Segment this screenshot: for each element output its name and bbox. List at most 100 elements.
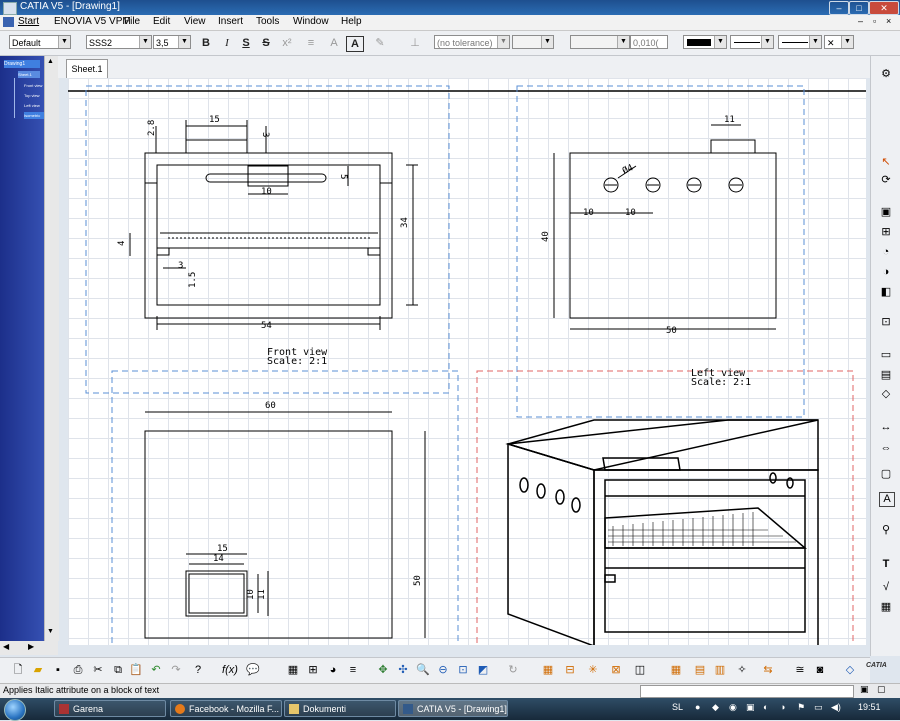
text-box-icon[interactable]: ▢ [879,468,893,481]
drawing-canvas[interactable]: 15 2.8 3 5 10 34 4 3 1.5 54 Front view S… [68,78,866,645]
text-frame-icon[interactable]: A [326,36,342,50]
select-icon[interactable]: ↖ [879,156,893,169]
script-icon[interactable]: ≡ [345,663,361,678]
tree-item-isometric-view[interactable]: Isometric view [24,112,44,119]
task-dokumenti[interactable]: Dokumenti [284,700,396,717]
analysis-display-icon[interactable]: ▥ [712,663,728,678]
tree-hscrollbar[interactable]: ◀ ▶ [0,641,58,655]
task-firefox[interactable]: Facebook - Mozilla F... [170,700,282,717]
fit-all-icon[interactable]: ✥ [375,663,391,678]
tray-icon-5[interactable]: ◐ [763,702,768,712]
cross-table-icon[interactable]: ⊞ [305,663,321,678]
catalog-icon[interactable]: ◕ [325,663,341,678]
analysis-icon[interactable]: ▤ [692,663,708,678]
tree-item-drawing[interactable]: Drawing1 [4,60,40,68]
normal-view-icon[interactable]: ◩ [475,663,491,678]
paste-icon[interactable]: 📋 [128,663,144,678]
line-type-select[interactable]: ▼ [778,35,822,49]
doc-minimize-button[interactable]: – [858,16,863,26]
numerical-format-select[interactable]: ▼ [570,35,630,49]
underline-button[interactable]: S [238,36,254,50]
windows-start-button[interactable] [4,699,26,721]
align-icon[interactable]: ≡ [303,36,319,50]
tab-sheet-1[interactable]: Sheet.1 [66,59,108,78]
start-menu[interactable]: Start [0,15,46,30]
tree-item-top-view[interactable]: Top view [24,92,44,99]
frame-text-icon[interactable]: A [346,36,364,52]
front-view-icon[interactable]: ▣ [879,206,893,219]
annotation-icon[interactable]: ⇔ [879,442,893,455]
tolerance-value-select[interactable]: ▼ [512,35,554,49]
symbol-icon[interactable]: ✎ [372,36,388,50]
dimensions-icon[interactable]: ↔ [879,421,893,434]
precision-select[interactable]: 0,010( [630,35,668,49]
zoom-in-icon[interactable]: 🔍 [415,663,431,678]
whats-this-icon[interactable]: ? [190,663,206,678]
grid-display-icon[interactable]: ▦ [668,663,684,678]
symbol-icon-right[interactable]: ⚲ [879,524,893,537]
font-size-select[interactable]: 3,5 ▼ [153,35,191,49]
menu-view[interactable]: View [184,16,206,27]
text-icon[interactable]: A [879,492,895,507]
line-thickness-select[interactable]: ▼ [730,35,774,49]
style-select[interactable]: Default ▼ [9,35,71,49]
filter-icon[interactable]: ◫ [632,663,648,678]
bold-button[interactable]: B [198,36,214,50]
command-input[interactable] [640,685,854,698]
status-icon-2[interactable]: ▢ [877,684,886,695]
menu-tools[interactable]: Tools [256,16,279,27]
new-detail-icon[interactable]: ▤ [879,369,893,382]
clock[interactable]: 19:51 [858,702,881,712]
position-icon[interactable]: ✧ [734,663,750,678]
task-catia[interactable]: CATIA V5 - [Drawing1] [398,700,508,717]
zoom-out-icon[interactable]: ⊖ [435,663,451,678]
doc-close-button[interactable]: × [886,16,891,26]
workbench-icon[interactable]: ⚙ [879,68,893,81]
formula-icon[interactable]: f(x) [222,663,238,678]
detail-view-icon[interactable]: ◑ [879,266,893,279]
undo-icon[interactable]: ↶ [148,663,164,678]
menu-enovia[interactable]: ENOVIA V5 VPM [54,16,131,27]
text-tool-icon[interactable]: T [879,558,893,571]
drawing-tool-icon[interactable]: ≅ [792,663,808,678]
anchor-icon[interactable]: ⊥ [407,36,423,50]
scroll-left-icon[interactable]: ◀ [3,642,9,651]
constraint-icon[interactable]: ⊠ [608,663,624,678]
task-garena[interactable]: Garena [54,700,166,717]
dimension-icon[interactable]: ◇ [879,388,893,401]
tolerance-select[interactable]: (no tolerance) ▼ [434,35,510,49]
roughness-icon[interactable]: √ [879,581,893,594]
snap-icon[interactable]: ✳ [585,663,601,678]
create-element-icon[interactable]: ⇆ [760,663,776,678]
superscript-icon[interactable]: x² [279,36,295,50]
menu-start[interactable]: Start [18,16,39,27]
scroll-down-icon[interactable]: ▼ [47,628,54,635]
tray-icon-3[interactable]: ◉ [729,702,737,713]
menu-file[interactable]: File [124,16,140,27]
cut-icon[interactable]: ✂ [90,663,106,678]
close-button[interactable]: ✕ [869,1,899,15]
wizard-icon[interactable]: ⊡ [879,316,893,329]
network-icon[interactable]: ▭ [814,702,823,713]
clipping-view-icon[interactable]: ◧ [879,286,893,299]
doc-restore-button[interactable]: ▫ [873,16,876,26]
pan-icon[interactable]: ✣ [395,663,411,678]
tree-scrollbar[interactable]: ▲ ▼ [44,56,59,641]
table-icon[interactable]: ▦ [879,601,893,614]
italic-button[interactable]: I [219,36,235,50]
print-icon[interactable]: ⎙ [70,663,86,678]
save-icon[interactable]: ▪ [50,663,66,678]
tree-item-front-view[interactable]: Front view [24,82,44,89]
table-icon-bottom[interactable]: ▦ [285,663,301,678]
scroll-right-icon[interactable]: ▶ [28,642,34,651]
redo-icon[interactable]: ↷ [168,663,184,678]
maximize-button[interactable]: □ [849,1,869,15]
projection-icon[interactable]: ⊞ [879,226,893,239]
minimize-button[interactable]: – [829,1,849,15]
new-sheet-icon[interactable]: ▭ [879,349,893,362]
volume-icon[interactable]: ◀) [831,702,841,713]
tray-icon-4[interactable]: ▣ [746,702,755,713]
section-view-icon[interactable]: ◔ [879,246,893,259]
grid-icon[interactable]: ▦ [540,663,556,678]
open-icon[interactable]: ▰ [30,663,46,678]
